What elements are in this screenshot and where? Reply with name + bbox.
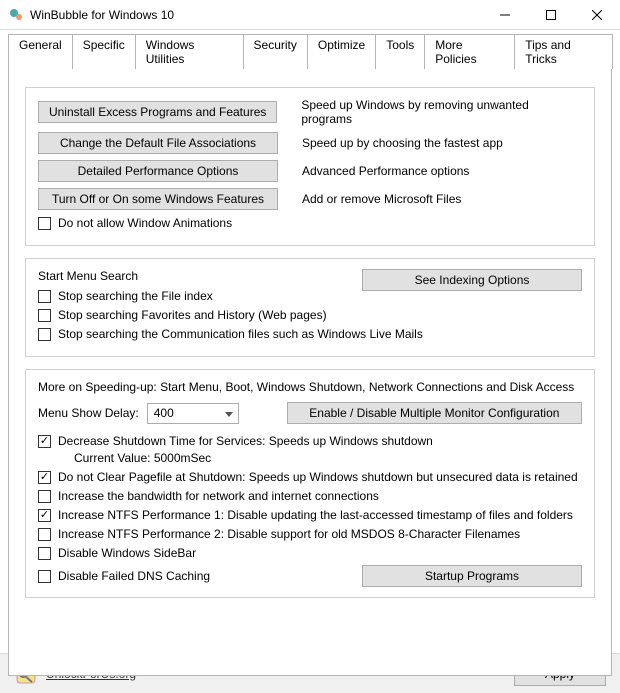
ntfs1-checkbox[interactable]: [38, 509, 51, 522]
tab-tips-tricks[interactable]: Tips and Tricks: [514, 34, 613, 69]
decrease-shutdown-checkbox[interactable]: [38, 435, 51, 448]
start-menu-title: Start Menu Search: [38, 269, 350, 283]
menu-delay-label: Menu Show Delay:: [38, 406, 139, 420]
pagefile-checkbox[interactable]: [38, 471, 51, 484]
see-indexing-button[interactable]: See Indexing Options: [362, 269, 582, 291]
ntfs2-label: Increase NTFS Performance 2: Disable sup…: [58, 527, 520, 541]
titlebar: WinBubble for Windows 10: [0, 0, 620, 30]
tab-security[interactable]: Security: [243, 34, 308, 69]
decrease-shutdown-sub: Current Value: 5000mSec: [74, 451, 582, 465]
animations-checkbox-row: Do not allow Window Animations: [38, 216, 582, 230]
close-button[interactable]: [574, 0, 620, 30]
monitor-config-button[interactable]: Enable / Disable Multiple Monitor Config…: [287, 402, 582, 424]
minimize-button[interactable]: [482, 0, 528, 30]
perf-options-button[interactable]: Detailed Performance Options: [38, 160, 278, 182]
tab-more-policies[interactable]: More Policies: [424, 34, 515, 69]
stop-favorites-label: Stop searching Favorites and History (We…: [58, 308, 327, 322]
file-assoc-button[interactable]: Change the Default File Associations: [38, 132, 278, 154]
stop-comm-label: Stop searching the Communication files s…: [58, 327, 423, 341]
group-start-menu-search: Start Menu Search Stop searching the Fil…: [25, 258, 595, 357]
stop-file-index-checkbox[interactable]: [38, 290, 51, 303]
sidebar-label: Disable Windows SideBar: [58, 546, 196, 560]
tab-windows-utilities[interactable]: Windows Utilities: [135, 34, 244, 69]
window-title: WinBubble for Windows 10: [30, 8, 482, 22]
stop-favorites-checkbox[interactable]: [38, 309, 51, 322]
sidebar-checkbox[interactable]: [38, 547, 51, 560]
pagefile-label: Do not Clear Pagefile at Shutdown: Speed…: [58, 470, 578, 484]
perf-options-desc: Advanced Performance options: [302, 164, 469, 178]
dns-checkbox[interactable]: [38, 570, 51, 583]
tab-optimize[interactable]: Optimize: [307, 34, 376, 69]
uninstall-programs-button[interactable]: Uninstall Excess Programs and Features: [38, 101, 277, 123]
startup-programs-button[interactable]: Startup Programs: [362, 565, 582, 587]
dns-label: Disable Failed DNS Caching: [58, 569, 210, 583]
windows-features-button[interactable]: Turn Off or On some Windows Features: [38, 188, 278, 210]
tabs: General Specific Windows Utilities Secur…: [8, 34, 612, 69]
animations-checkbox[interactable]: [38, 217, 51, 230]
bandwidth-label: Increase the bandwidth for network and i…: [58, 489, 379, 503]
maximize-button[interactable]: [528, 0, 574, 30]
animations-label: Do not allow Window Animations: [58, 216, 232, 230]
menu-delay-combo[interactable]: 400: [147, 403, 239, 424]
windows-features-desc: Add or remove Microsoft Files: [302, 192, 461, 206]
stop-comm-checkbox[interactable]: [38, 328, 51, 341]
file-assoc-desc: Speed up by choosing the fastest app: [302, 136, 503, 150]
menu-delay-value: 400: [154, 406, 174, 420]
tab-specific[interactable]: Specific: [72, 34, 136, 69]
tab-panel-optimize: Uninstall Excess Programs and Features S…: [8, 68, 612, 676]
tab-tools[interactable]: Tools: [375, 34, 425, 69]
uninstall-programs-desc: Speed up Windows by removing unwanted pr…: [301, 98, 582, 126]
ntfs2-checkbox[interactable]: [38, 528, 51, 541]
tab-general[interactable]: General: [8, 34, 73, 69]
group-speeding: More on Speeding-up: Start Menu, Boot, W…: [25, 369, 595, 598]
bandwidth-checkbox[interactable]: [38, 490, 51, 503]
app-icon: [8, 7, 24, 23]
group-top: Uninstall Excess Programs and Features S…: [25, 87, 595, 246]
stop-file-index-label: Stop searching the File index: [58, 289, 213, 303]
decrease-shutdown-label: Decrease Shutdown Time for Services: Spe…: [58, 434, 433, 448]
ntfs1-label: Increase NTFS Performance 1: Disable upd…: [58, 508, 573, 522]
speeding-title: More on Speeding-up: Start Menu, Boot, W…: [38, 380, 582, 394]
